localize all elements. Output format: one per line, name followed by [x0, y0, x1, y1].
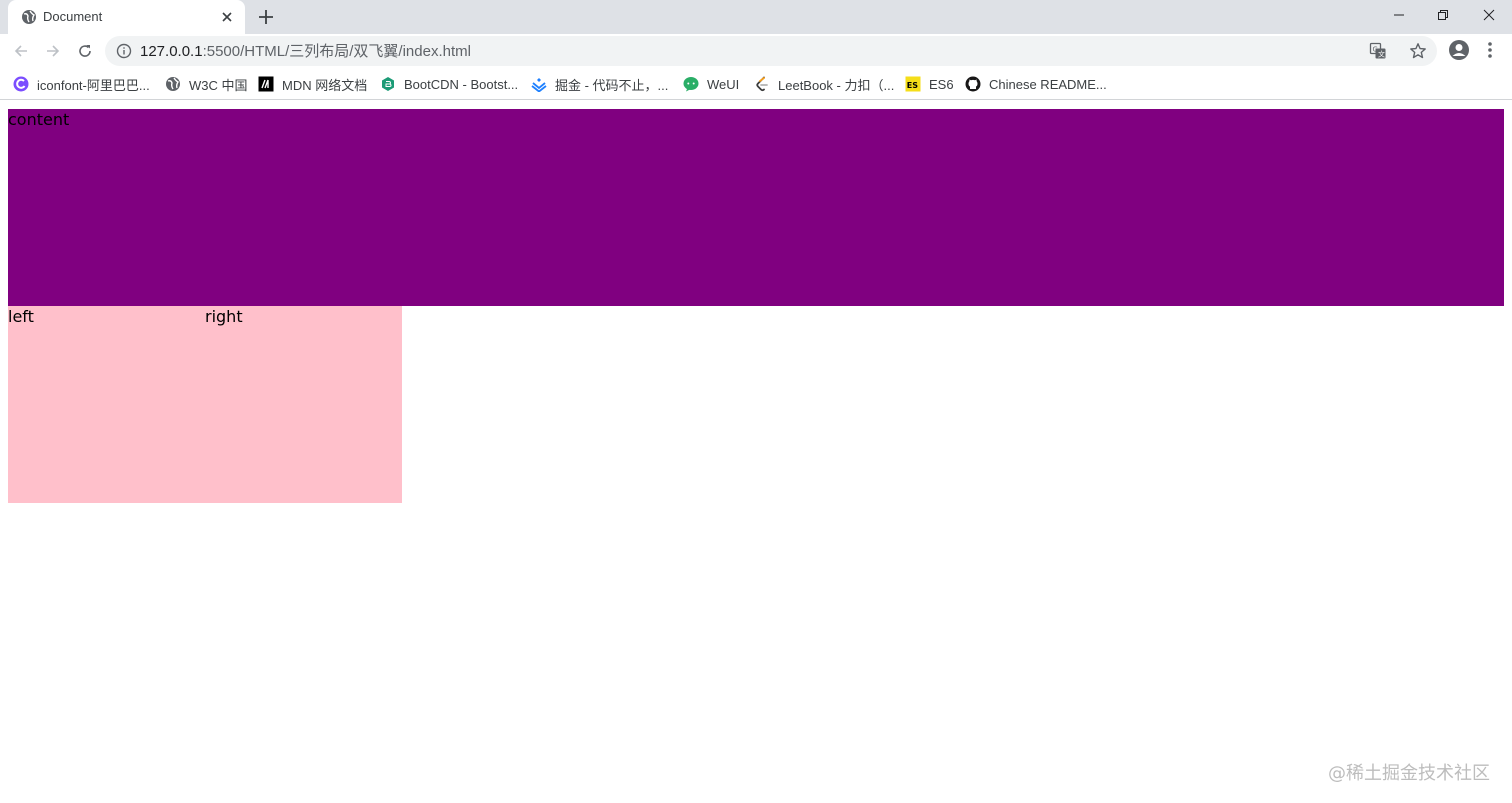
bookmark-chinese-readme[interactable]: Chinese README...	[965, 74, 1107, 94]
forward-arrow-icon[interactable]	[41, 39, 65, 63]
iconfont-icon	[13, 76, 29, 92]
bookmark-bootcdn[interactable]: BootCDN - Bootst...	[380, 74, 518, 94]
browser-toolbar: 127.0.0.1:5500/HTML/三列布局/双飞翼/index.html …	[0, 34, 1512, 68]
bookmark-weui[interactable]: WeUI	[683, 74, 739, 94]
weui-icon	[683, 76, 699, 92]
bookmark-label: WeUI	[707, 76, 740, 92]
right-block: right	[205, 306, 402, 503]
tab-title: Document	[43, 9, 103, 24]
bookmark-label: iconfont-阿里巴巴...	[37, 77, 150, 93]
es6-icon: ES	[905, 76, 921, 92]
star-icon[interactable]	[1409, 42, 1427, 60]
content-label: content	[8, 110, 70, 129]
globe-icon	[165, 76, 181, 92]
profile-icon[interactable]	[1448, 39, 1470, 61]
new-tab-icon[interactable]	[256, 7, 276, 27]
bookmark-label: Chinese README...	[989, 76, 1107, 92]
close-icon[interactable]	[219, 9, 235, 25]
bookmark-es6[interactable]: ES ES6	[905, 74, 954, 94]
content-block: content	[8, 109, 1504, 306]
bookmark-w3c[interactable]: W3C 中国	[165, 74, 248, 94]
left-label: left	[8, 307, 34, 326]
address-bar[interactable]: 127.0.0.1:5500/HTML/三列布局/双飞翼/index.html …	[105, 36, 1437, 66]
left-block: left	[8, 306, 205, 503]
minimize-icon[interactable]	[1376, 0, 1422, 30]
bookmark-label: ES6	[929, 76, 954, 92]
bookmark-label: W3C 中国	[189, 77, 248, 93]
url-text[interactable]: 127.0.0.1:5500/HTML/三列布局/双飞翼/index.html	[140, 43, 471, 60]
bookmarks-bar: iconfont-阿里巴巴... W3C 中国 MDN 网络文档 BootCDN…	[0, 68, 1512, 100]
tab-strip: Document	[0, 0, 1512, 34]
svg-text:文: 文	[1378, 50, 1385, 59]
translate-icon[interactable]: G文	[1369, 42, 1387, 60]
window-close-icon[interactable]	[1466, 0, 1512, 30]
bookmark-label: MDN 网络文档	[282, 77, 368, 93]
bookmark-leetbook[interactable]: LeetBook - 力扣（...	[754, 74, 894, 94]
mdn-icon	[258, 76, 274, 92]
juejin-icon	[531, 76, 547, 93]
url-host: 127.0.0.1	[140, 43, 203, 60]
reload-icon[interactable]	[73, 39, 97, 63]
watermark: @稀土掘金技术社区	[1328, 763, 1490, 784]
page-viewport: content left right @稀土掘金技术社区	[0, 101, 1512, 803]
bookmark-label: BootCDN - Bootst...	[404, 76, 519, 92]
back-arrow-icon[interactable]	[9, 39, 33, 63]
restore-icon[interactable]	[1420, 0, 1466, 30]
bookmark-label: 掘金 - 代码不止，...	[555, 77, 669, 93]
info-icon[interactable]	[116, 43, 132, 59]
kebab-menu-icon[interactable]	[1480, 39, 1500, 61]
globe-icon	[21, 9, 37, 25]
leetcode-icon	[754, 76, 770, 92]
svg-text:ES: ES	[907, 81, 918, 90]
bookmark-iconfont[interactable]: iconfont-阿里巴巴...	[13, 74, 150, 94]
github-icon	[965, 76, 981, 92]
tab-document[interactable]: Document	[8, 0, 245, 34]
bookmark-label: LeetBook - 力扣（...	[778, 77, 895, 93]
bootcdn-icon	[380, 76, 396, 92]
bookmark-mdn[interactable]: MDN 网络文档	[258, 74, 367, 94]
bookmark-juejin[interactable]: 掘金 - 代码不止，...	[531, 74, 668, 94]
url-path: :5500/HTML/三列布局/双飞翼/index.html	[202, 43, 471, 60]
right-label: right	[205, 307, 243, 326]
